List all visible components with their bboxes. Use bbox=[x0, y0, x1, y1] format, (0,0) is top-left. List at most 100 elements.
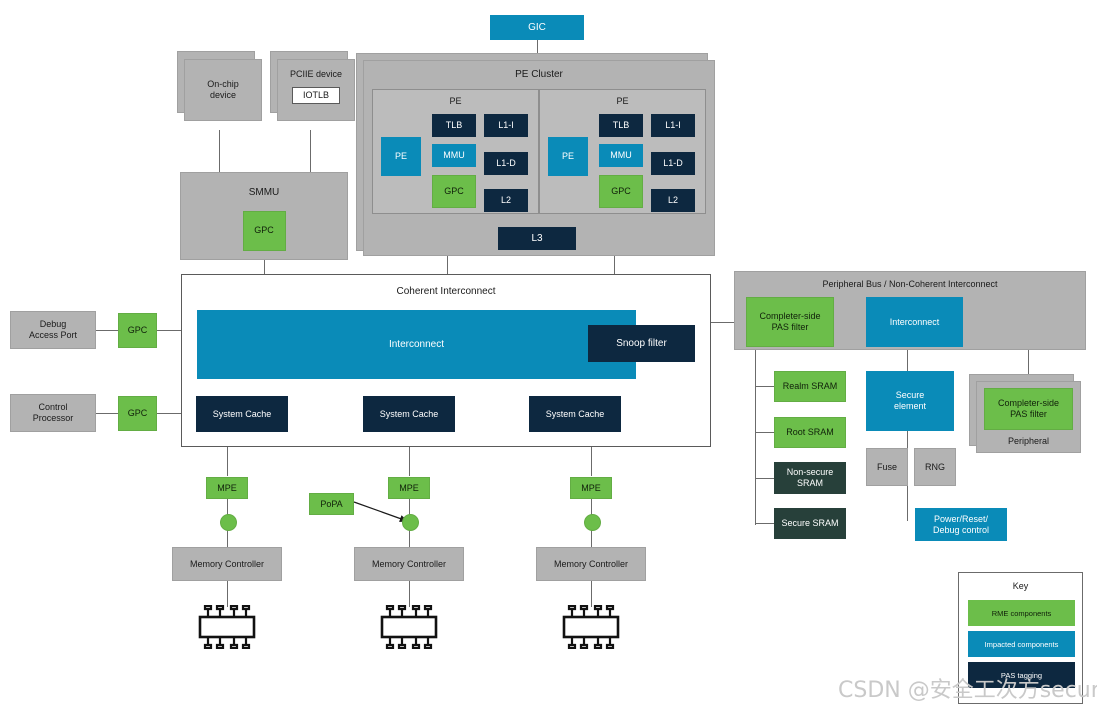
pe-core-2-pe[interactable]: PE bbox=[548, 137, 588, 176]
coherent-interconnect-fabric-label: Interconnect bbox=[388, 338, 445, 350]
pe-core-1-pe[interactable]: PE bbox=[381, 137, 421, 176]
pe-core-1-gpc-label: GPC bbox=[444, 186, 464, 197]
pe-core-1-l2-label: L2 bbox=[500, 195, 511, 206]
system-cache-3[interactable]: System Cache bbox=[529, 396, 621, 432]
pe-core-2-gpc[interactable]: GPC bbox=[599, 175, 643, 208]
system-cache-2[interactable]: System Cache bbox=[363, 396, 455, 432]
dram-chip-icon-2 bbox=[380, 605, 438, 649]
connector-smmu-to-interconnect bbox=[264, 260, 265, 274]
root-sram-label: Root SRAM bbox=[786, 427, 834, 438]
fuse-block[interactable]: Fuse bbox=[866, 448, 908, 486]
debug-access-port-label-line1: Debug bbox=[39, 319, 67, 330]
rng-block[interactable]: RNG bbox=[914, 448, 956, 486]
pe-core-1-title: PE bbox=[449, 96, 462, 106]
pe-core-2-tlb[interactable]: TLB bbox=[599, 114, 643, 137]
onchip-device-label-line1: On-chip bbox=[207, 79, 239, 90]
root-sram-block[interactable]: Root SRAM bbox=[774, 417, 846, 448]
system-cache-3-label: System Cache bbox=[545, 408, 605, 419]
control-processor-block[interactable]: Control Processor bbox=[10, 394, 96, 432]
control-gpc-block[interactable]: GPC bbox=[118, 396, 157, 431]
secure-element-block[interactable]: Secure element bbox=[866, 371, 954, 431]
connector-bus-to-secure-sram bbox=[755, 523, 775, 524]
pe-core-1-mmu-label: MMU bbox=[443, 150, 465, 161]
system-cache-1[interactable]: System Cache bbox=[196, 396, 288, 432]
power-reset-label-line2: Debug control bbox=[932, 524, 990, 535]
connector-pcie-to-smmu bbox=[310, 130, 311, 172]
memory-controller-1[interactable]: Memory Controller bbox=[172, 547, 282, 581]
popa-dot-1 bbox=[220, 514, 237, 531]
secure-element-label-line1: Secure bbox=[895, 390, 925, 401]
power-reset-debug-control-block[interactable]: Power/Reset/ Debug control bbox=[915, 508, 1007, 541]
system-cache-1-label: System Cache bbox=[212, 408, 272, 419]
pe-core-1-gpc[interactable]: GPC bbox=[432, 175, 476, 208]
pe-cluster-title: PE Cluster bbox=[515, 69, 563, 80]
mpe-3[interactable]: MPE bbox=[570, 477, 612, 499]
watermark-text: CSDN @安全工次方security2 bbox=[838, 678, 1097, 703]
pe-core-1-l1d[interactable]: L1-D bbox=[484, 152, 528, 175]
dram-chip-icon-3 bbox=[562, 605, 620, 649]
mpe-1-label: MPE bbox=[217, 482, 237, 493]
debug-access-port-block[interactable]: Debug Access Port bbox=[10, 311, 96, 349]
connector-peripheral-interconnect-to-secure-element bbox=[907, 350, 908, 372]
popa-label: PoPA bbox=[320, 498, 343, 509]
connector-gpc-to-interconnect-top bbox=[157, 330, 181, 331]
pe-core-2-pe-label: PE bbox=[561, 151, 574, 162]
realm-sram-label: Realm SRAM bbox=[782, 381, 838, 392]
key-item-rme: RME components bbox=[968, 600, 1075, 626]
mpe-2-label: MPE bbox=[399, 482, 419, 493]
pe-core-2-mmu[interactable]: MMU bbox=[599, 144, 643, 167]
control-processor-label-line1: Control bbox=[38, 402, 68, 413]
memory-controller-2[interactable]: Memory Controller bbox=[354, 547, 464, 581]
mpe-1[interactable]: MPE bbox=[206, 477, 248, 499]
iotlb-block[interactable]: IOTLB bbox=[292, 86, 340, 104]
popa-block[interactable]: PoPA bbox=[309, 493, 354, 515]
coherent-interconnect-fabric[interactable]: Interconnect bbox=[197, 310, 636, 379]
pe-core-2-l2[interactable]: L2 bbox=[651, 189, 695, 212]
pe-core-2-l1i[interactable]: L1-I bbox=[651, 114, 695, 137]
pe-core-1-l2[interactable]: L2 bbox=[484, 189, 528, 212]
popa-dot-3 bbox=[584, 514, 601, 531]
completer-side-pas-filter-bus[interactable]: Completer-side PAS filter bbox=[746, 297, 834, 347]
key-item-impacted: Impacted components bbox=[968, 631, 1075, 657]
onchip-device-label-line2: device bbox=[209, 90, 236, 100]
peripheral-bus-title: Peripheral Bus / Non-Coherent Interconne… bbox=[822, 279, 998, 289]
l3-block[interactable]: L3 bbox=[498, 227, 576, 250]
debug-gpc-block[interactable]: GPC bbox=[118, 313, 157, 348]
pe-core-2-l2-label: L2 bbox=[667, 195, 678, 206]
gic-block[interactable]: GIC bbox=[490, 15, 584, 40]
pe-core-1-mmu[interactable]: MMU bbox=[432, 144, 476, 167]
pe-core-1-l1i[interactable]: L1-I bbox=[484, 114, 528, 137]
connector-bus-to-root-sram bbox=[755, 432, 775, 433]
realm-sram-block[interactable]: Realm SRAM bbox=[774, 371, 846, 402]
connector-interconnect-to-mpe-3 bbox=[591, 447, 592, 476]
pe-core-2-l1d[interactable]: L1-D bbox=[651, 152, 695, 175]
smmu-gpc-block[interactable]: GPC bbox=[242, 210, 286, 251]
peripheral-interconnect-block[interactable]: Interconnect bbox=[866, 297, 963, 347]
onchip-device-block[interactable]: On-chip device bbox=[184, 59, 262, 121]
power-reset-label-line1: Power/Reset/ bbox=[933, 513, 989, 524]
non-secure-sram-block[interactable]: Non-secure SRAM bbox=[774, 462, 846, 494]
diagram-canvas: GIC On-chip device PCIIE device IOTLB SM… bbox=[0, 0, 1097, 704]
key-title: Key bbox=[1012, 581, 1029, 591]
connector-bus-to-nonsecure-sram bbox=[755, 478, 775, 479]
connector-mc-to-dram-3 bbox=[591, 581, 592, 607]
memory-controller-3[interactable]: Memory Controller bbox=[536, 547, 646, 581]
gic-label: GIC bbox=[528, 21, 546, 33]
completer-pas-filter-bus-line1: Completer-side bbox=[759, 311, 821, 322]
snoop-filter-block[interactable]: Snoop filter bbox=[588, 325, 695, 362]
peripheral-completer-pas-filter[interactable]: Completer-side PAS filter bbox=[984, 388, 1073, 430]
pe-core-1-tlb[interactable]: TLB bbox=[432, 114, 476, 137]
peripheral-pas-filter-line2: PAS filter bbox=[1010, 409, 1047, 419]
peripheral-label: Peripheral bbox=[1007, 436, 1050, 446]
completer-pas-filter-bus-line2: PAS filter bbox=[771, 322, 809, 332]
pcie-device-block[interactable]: PCIIE device IOTLB bbox=[277, 59, 355, 121]
non-secure-sram-label-line2: SRAM bbox=[796, 478, 823, 488]
mpe-2[interactable]: MPE bbox=[388, 477, 430, 499]
peripheral-pas-filter-line1: Completer-side bbox=[997, 398, 1060, 409]
pe-core-2-mmu-label: MMU bbox=[610, 150, 632, 161]
popa-dot-2 bbox=[402, 514, 419, 531]
peripheral-block[interactable]: Completer-side PAS filter Peripheral bbox=[976, 381, 1081, 453]
connector-mc-to-dram-1 bbox=[227, 581, 228, 607]
smmu-block[interactable]: SMMU GPC bbox=[180, 172, 348, 260]
secure-sram-block[interactable]: Secure SRAM bbox=[774, 508, 846, 539]
